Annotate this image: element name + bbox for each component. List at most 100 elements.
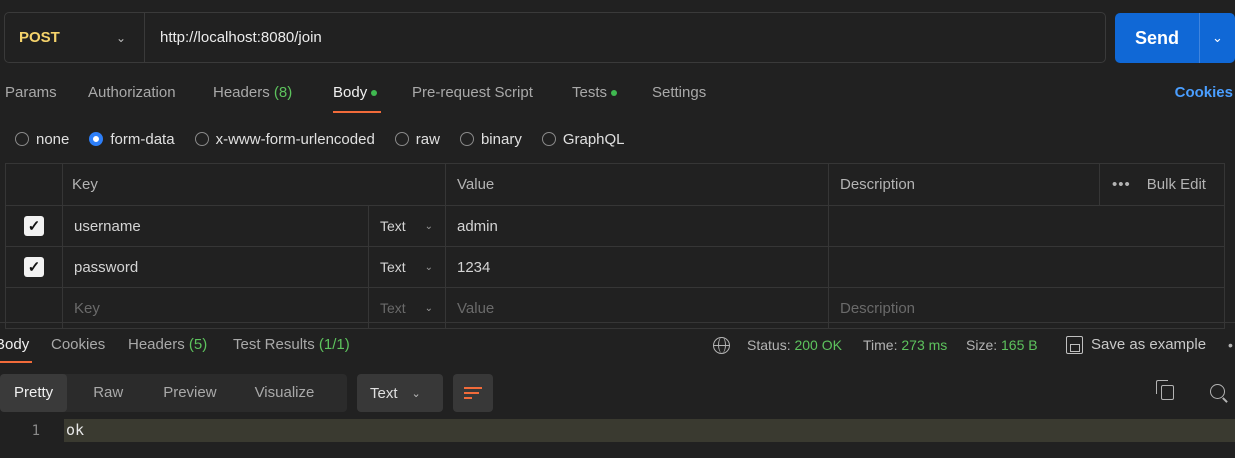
size-value: 165 B [1001, 337, 1038, 353]
headers-count-badge: (8) [273, 84, 293, 101]
tab-tests-label: Tests [572, 84, 608, 101]
chevron-down-icon: ⌄ [115, 30, 126, 45]
response-tab-headers[interactable]: Headers (5) [128, 335, 207, 365]
radio-circle-icon [194, 132, 209, 146]
row-checkbox[interactable]: ✓ [24, 216, 44, 236]
tab-headers-label: Headers [213, 84, 270, 101]
type-select[interactable]: Text ⌄ [369, 206, 446, 246]
wrap-lines-button[interactable] [453, 374, 493, 412]
more-options-icon[interactable]: • [1228, 335, 1233, 355]
test-results-label: Test Results [233, 336, 315, 353]
time-label: Time: [863, 337, 898, 353]
status-label: Status: [747, 337, 791, 353]
key-cell[interactable]: username [63, 206, 369, 246]
table-row: ✓ username Text ⌄ admin [6, 206, 1224, 247]
chevron-down-icon: ⌄ [411, 387, 421, 400]
chevron-down-icon: ⌄ [424, 261, 433, 273]
status-value: 200 OK [794, 337, 842, 353]
time-readout[interactable]: Time: 273 ms [863, 335, 947, 355]
header-check-cell [6, 164, 63, 205]
tab-params[interactable]: Params [5, 82, 57, 114]
radio-form-data[interactable]: form-data [89, 130, 175, 148]
key-cell[interactable]: password [63, 247, 369, 287]
tab-body-label: Body [333, 84, 368, 101]
radio-label: x-www-form-urlencoded [215, 130, 375, 148]
wrap-lines-icon [464, 386, 482, 400]
send-button-group: Send ⌄ [1115, 13, 1235, 63]
response-tab-body[interactable]: Body [0, 335, 32, 365]
copy-icon[interactable] [1156, 380, 1174, 400]
radio-graphql[interactable]: GraphQL [541, 130, 625, 148]
type-label: Text [380, 300, 406, 316]
tab-body[interactable]: Body [333, 82, 381, 114]
radio-circle-icon [15, 132, 29, 146]
bulk-edit-label: Bulk Edit [1146, 176, 1206, 193]
radio-selected-icon [89, 132, 104, 146]
response-tab-headers-label: Headers [128, 336, 185, 353]
radio-circle-icon [541, 132, 556, 146]
tab-headers[interactable]: Headers (8) [213, 82, 292, 114]
size-label: Size: [966, 337, 998, 353]
format-label: Text [370, 384, 398, 402]
send-options-chevron-icon[interactable]: ⌄ [1199, 13, 1235, 63]
view-preview[interactable]: Preview [143, 374, 236, 412]
response-code-line: 1 ok [0, 419, 1235, 442]
url-input[interactable]: http://localhost:8080/join [145, 29, 322, 46]
value-cell[interactable]: 1234 [446, 247, 829, 287]
request-tabs: Params Authorization Headers (8) Body Pr… [0, 82, 1235, 114]
radio-label: binary [480, 130, 522, 148]
save-as-example-button[interactable]: Save as example [1091, 335, 1206, 355]
time-value: 273 ms [901, 337, 948, 353]
size-readout[interactable]: Size: 165 B [966, 335, 1038, 355]
cookies-link[interactable]: Cookies [1175, 82, 1233, 104]
response-view-segmented-control: Pretty Raw Preview Visualize [0, 374, 347, 412]
description-cell[interactable] [829, 247, 1223, 287]
description-cell[interactable] [829, 206, 1223, 246]
radio-raw[interactable]: raw [394, 130, 440, 148]
bulk-edit-button[interactable]: ••• Bulk Edit [1100, 164, 1223, 205]
row-checkbox[interactable]: ✓ [24, 257, 44, 277]
method-label: POST [19, 29, 60, 46]
type-label: Text [380, 218, 406, 234]
response-bar: Body Cookies Headers (5) Test Results (1… [0, 322, 1235, 366]
body-type-radio-group: none form-data x-www-form-urlencoded raw… [15, 128, 645, 150]
radio-binary[interactable]: binary [459, 130, 522, 148]
radio-none[interactable]: none [15, 131, 69, 148]
save-icon [1066, 336, 1083, 354]
search-icon[interactable] [1210, 384, 1225, 399]
view-raw[interactable]: Raw [67, 374, 143, 412]
radio-urlencoded[interactable]: x-www-form-urlencoded [194, 130, 375, 148]
test-results-count: (1/1) [318, 336, 350, 353]
response-tab-cookies[interactable]: Cookies [51, 335, 105, 365]
globe-icon[interactable] [713, 337, 730, 354]
column-header-value: Value [446, 164, 829, 205]
radio-label: form-data [110, 130, 175, 148]
column-header-description: Description [829, 164, 1100, 205]
response-tab-test-results[interactable]: Test Results (1/1) [233, 335, 350, 365]
line-number: 1 [31, 422, 40, 439]
method-select[interactable]: POST ⌄ [5, 13, 145, 62]
radio-circle-icon [394, 132, 409, 146]
tab-authorization[interactable]: Authorization [88, 82, 176, 114]
radio-circle-icon [459, 132, 474, 146]
send-button[interactable]: Send [1115, 28, 1199, 49]
chevron-down-icon: ⌄ [424, 220, 433, 232]
tab-prerequest-script[interactable]: Pre-request Script [412, 82, 533, 114]
more-options-icon[interactable]: ••• [1112, 176, 1131, 193]
radio-label: none [36, 130, 70, 148]
type-select[interactable]: Text ⌄ [369, 247, 446, 287]
status-readout[interactable]: Status: 200 OK [747, 335, 842, 355]
radio-label: GraphQL [562, 130, 625, 148]
radio-label: raw [415, 130, 440, 148]
tab-tests[interactable]: Tests [572, 82, 618, 114]
value-cell[interactable]: admin [446, 206, 829, 246]
view-visualize[interactable]: Visualize [237, 374, 325, 412]
view-pretty[interactable]: Pretty [0, 374, 68, 412]
response-headers-count: (5) [188, 336, 208, 353]
table-header-row: Key Value Description ••• Bulk Edit [6, 164, 1224, 206]
row-check-cell: ✓ [6, 206, 63, 246]
format-select[interactable]: Text ⌄ [357, 374, 443, 412]
table-row: ✓ password Text ⌄ 1234 [6, 247, 1224, 288]
tab-settings[interactable]: Settings [652, 82, 706, 114]
chevron-down-icon: ⌄ [424, 302, 433, 314]
